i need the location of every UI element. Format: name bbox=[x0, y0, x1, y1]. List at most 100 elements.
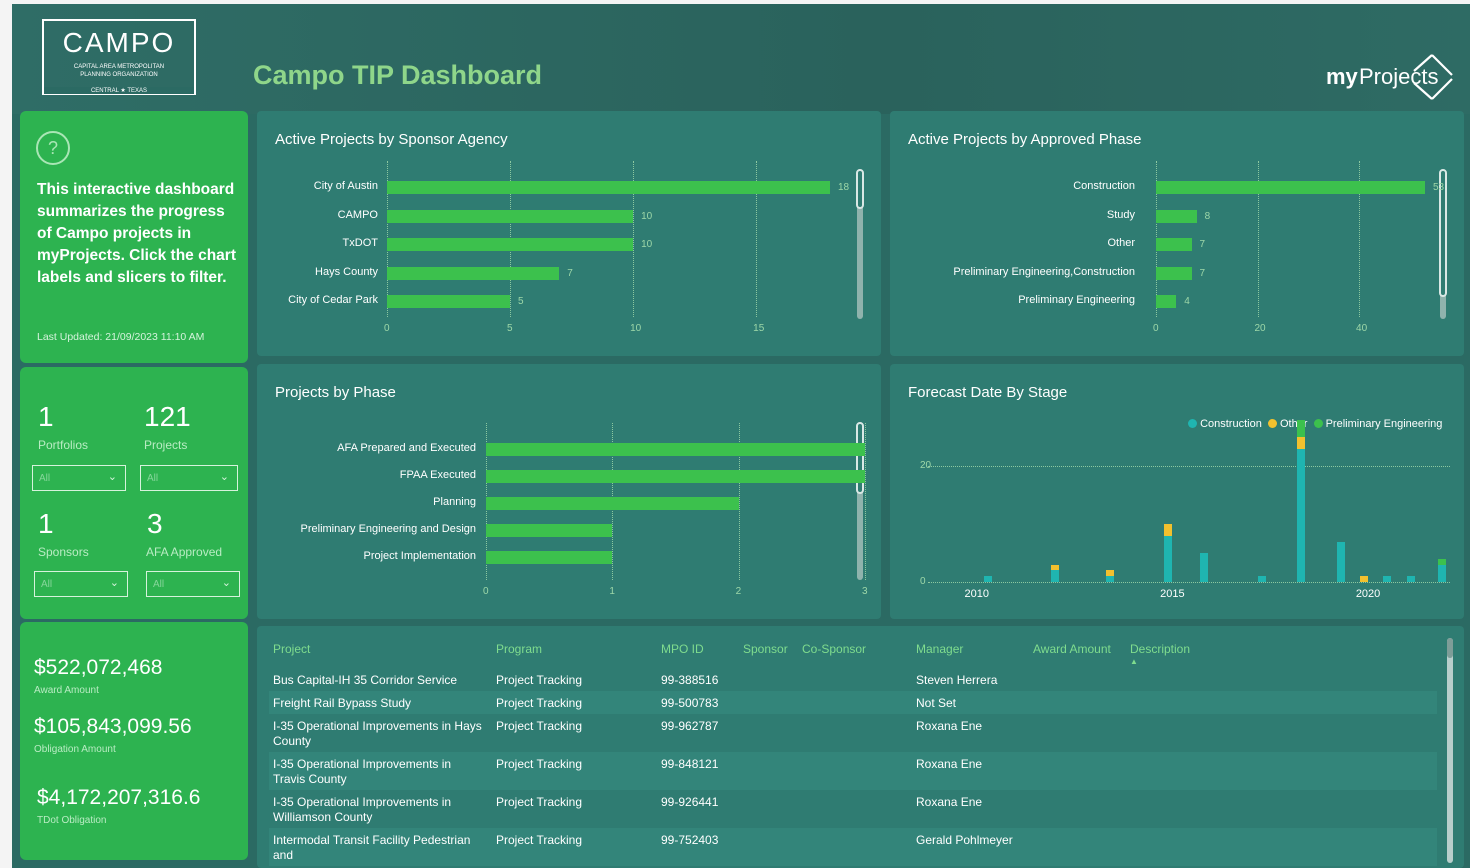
bar[interactable] bbox=[486, 470, 865, 483]
forecast-bar-construction[interactable] bbox=[984, 576, 993, 582]
legend-dot-other bbox=[1267, 419, 1277, 428]
y-tick-label: 20 bbox=[920, 460, 932, 472]
category-label[interactable]: Hays County bbox=[315, 266, 378, 278]
table-row[interactable]: I-35 Operational Improvements in William… bbox=[269, 790, 1437, 828]
category-label[interactable]: Construction bbox=[1073, 180, 1135, 192]
forecast-bar-construction[interactable] bbox=[1336, 541, 1345, 582]
bar[interactable] bbox=[486, 524, 613, 537]
table-row[interactable]: Freight Rail Bypass Study Project Trackin… bbox=[269, 691, 1437, 714]
forecast-bar-other[interactable] bbox=[1164, 524, 1173, 536]
portfolios-slicer[interactable]: All ⌄ bbox=[32, 465, 126, 491]
x-tick-label: 15 bbox=[753, 323, 765, 334]
col-header-description[interactable]: Description bbox=[1130, 642, 1190, 656]
category-label[interactable]: Preliminary Engineering and Design bbox=[301, 523, 476, 535]
legend-label[interactable]: Preliminary Engineering bbox=[1326, 418, 1443, 430]
forecast-bar-prelim[interactable] bbox=[1438, 558, 1447, 565]
table-row[interactable]: Intermodal Transit Facility Pedestrian a… bbox=[269, 828, 1437, 866]
col-header-award-amount[interactable]: Award Amount bbox=[1033, 642, 1111, 656]
category-label[interactable]: Preliminary Engineering bbox=[1018, 294, 1135, 306]
category-label[interactable]: Other bbox=[1107, 237, 1135, 249]
col-header-sponsor[interactable]: Sponsor bbox=[743, 642, 788, 656]
table-cell: Steven Herrera bbox=[916, 673, 998, 687]
slicer-value: All bbox=[153, 579, 165, 590]
bar[interactable] bbox=[486, 551, 613, 564]
projects-slicer[interactable]: All ⌄ bbox=[140, 465, 238, 491]
table-cell: 99-752403 bbox=[661, 833, 719, 847]
bar[interactable] bbox=[387, 295, 511, 308]
x-tick-label: 0 bbox=[1153, 323, 1159, 334]
bar[interactable] bbox=[1156, 295, 1177, 308]
forecast-bar-construction[interactable] bbox=[1406, 576, 1415, 582]
y-tick-label: 0 bbox=[920, 576, 926, 587]
forecast-bar-other[interactable] bbox=[1297, 437, 1306, 449]
forecast-bar-construction[interactable] bbox=[1438, 564, 1447, 582]
forecast-bar-prelim[interactable] bbox=[1297, 420, 1306, 438]
table-row[interactable]: I-35 Operational Improvements in Hays Co… bbox=[269, 714, 1437, 752]
table-cell: Roxana Ene bbox=[916, 757, 983, 771]
chart-title: Active Projects by Sponsor Agency bbox=[275, 131, 508, 148]
scrollbar-thumb[interactable] bbox=[1447, 638, 1453, 658]
forecast-bar-other[interactable] bbox=[1050, 564, 1059, 571]
bar[interactable] bbox=[387, 181, 830, 194]
table-row[interactable]: I-35 Operational Improvements in Travis … bbox=[269, 752, 1437, 790]
help-icon[interactable]: ? bbox=[34, 129, 72, 167]
col-header-co-sponsor[interactable]: Co-Sponsor bbox=[802, 642, 866, 656]
sponsors-slicer[interactable]: All ⌄ bbox=[34, 571, 128, 597]
bar[interactable] bbox=[387, 238, 634, 251]
category-label[interactable]: Preliminary Engineering,Construction bbox=[953, 266, 1135, 278]
col-header-manager[interactable]: Manager bbox=[916, 642, 963, 656]
kpi-portfolios-label: Portfolios bbox=[38, 438, 89, 452]
forecast-bar-construction[interactable] bbox=[1105, 576, 1114, 582]
category-label[interactable]: Study bbox=[1107, 209, 1135, 221]
campo-logo: CAMPO CAPITAL AREA METROPOLITAN PLANNING… bbox=[42, 19, 196, 95]
bar[interactable] bbox=[1156, 209, 1197, 223]
gridline bbox=[928, 466, 1450, 468]
category-label[interactable]: FPAA Executed bbox=[400, 469, 476, 481]
col-header-program[interactable]: Program bbox=[496, 642, 542, 656]
data-label: 7 bbox=[567, 267, 573, 279]
legend-label[interactable]: Construction bbox=[1200, 418, 1262, 430]
category-label[interactable]: TxDOT bbox=[343, 237, 378, 249]
table-scrollbar[interactable] bbox=[1447, 638, 1453, 863]
category-label[interactable]: AFA Prepared and Executed bbox=[337, 442, 476, 454]
forecast-bar-construction[interactable] bbox=[1383, 576, 1392, 582]
forecast-bar-other[interactable] bbox=[1105, 570, 1114, 577]
award-amount-value: $522,072,468 bbox=[34, 656, 163, 679]
col-header-mpo-id[interactable]: MPO ID bbox=[661, 642, 704, 656]
bar[interactable] bbox=[1156, 238, 1192, 251]
bar[interactable] bbox=[387, 266, 560, 280]
table-cell: 99-500783 bbox=[661, 696, 719, 710]
data-label: 8 bbox=[1204, 210, 1211, 222]
bar[interactable] bbox=[387, 209, 634, 223]
forecast-bar-construction[interactable] bbox=[1050, 570, 1059, 582]
data-label: 53 bbox=[1433, 182, 1445, 193]
chart-title: Projects by Phase bbox=[275, 384, 396, 401]
obligation-amount-label: Obligation Amount bbox=[34, 744, 116, 755]
category-label[interactable]: City of Austin bbox=[314, 180, 378, 192]
scrollbar-thumb[interactable] bbox=[856, 422, 864, 494]
category-label[interactable]: Project Implementation bbox=[364, 550, 477, 562]
kpi-projects-label: Projects bbox=[144, 438, 188, 452]
scrollbar-thumb[interactable] bbox=[856, 169, 864, 209]
bar[interactable] bbox=[486, 497, 739, 510]
bar[interactable] bbox=[1156, 181, 1425, 194]
category-label[interactable]: CAMPO bbox=[338, 209, 378, 221]
logo-sub-text: CAPITAL AREA METROPOLITAN bbox=[73, 64, 165, 70]
col-header-project[interactable]: Project bbox=[273, 642, 310, 656]
dashboard-canvas: CAMPO CAPITAL AREA METROPOLITAN PLANNING… bbox=[12, 4, 1470, 868]
forecast-bar-construction[interactable] bbox=[1258, 576, 1267, 582]
category-label[interactable]: Planning bbox=[433, 496, 476, 508]
kpi-panel: 1 Portfolios All ⌄ 121 Projects All ⌄ 1 Sp… bbox=[20, 367, 248, 619]
forecast-bar-construction[interactable] bbox=[1199, 553, 1208, 582]
forecast-bar-other[interactable] bbox=[1360, 576, 1368, 582]
table-row[interactable]: Bus Capital-IH 35 Corridor Service Projec… bbox=[269, 668, 1437, 691]
afa-slicer[interactable]: All ⌄ bbox=[146, 571, 240, 597]
forecast-bar-construction[interactable] bbox=[1297, 448, 1306, 582]
logo-sub-text: CENTRAL ★ TEXAS bbox=[44, 87, 194, 94]
category-label[interactable]: City of Cedar Park bbox=[288, 294, 378, 306]
forecast-bar-construction[interactable] bbox=[1164, 535, 1173, 582]
bar[interactable] bbox=[1156, 266, 1192, 280]
chart-scrollbar[interactable] bbox=[856, 169, 864, 319]
info-text: This interactive dashboard summarizes th… bbox=[37, 181, 236, 286]
bar[interactable] bbox=[486, 443, 865, 456]
